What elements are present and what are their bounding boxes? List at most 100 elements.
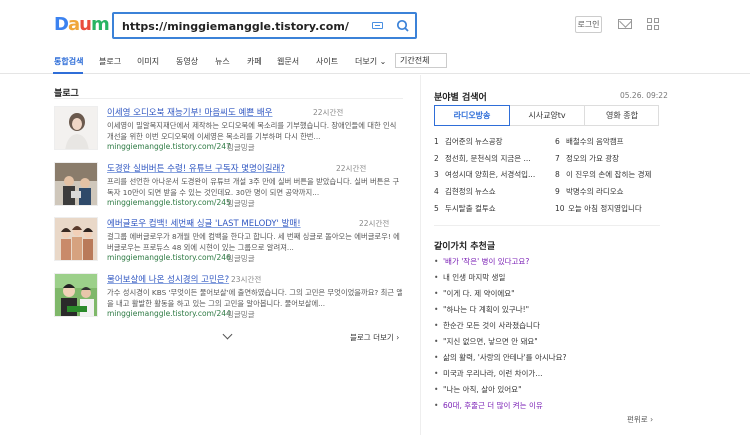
recommend-item[interactable]: • 삶의 활력, '사랑의 안테나'를 아시나요?	[434, 352, 567, 363]
result-url[interactable]: minggiemanggle.tistory.com/247	[107, 142, 231, 151]
recommend-item[interactable]: • 한순간 모든 것이 사라졌습니다	[434, 320, 540, 331]
recommend-item[interactable]: • "하나는 다 계획이 있구나!"	[434, 304, 529, 315]
tab-video[interactable]: 동영상	[176, 56, 198, 67]
result-author[interactable]: 밍글밍글	[227, 253, 255, 264]
blog-result: 에버글로우 컴백! 세번째 싱글 'LAST MELODY' 발매! 22시간전…	[54, 217, 404, 274]
tab-more[interactable]: 더보기 ⌄	[355, 56, 386, 67]
result-title[interactable]: 도경완 실버버튼 수령! 유튜브 구독자 몇명이길래?	[107, 162, 285, 174]
result-author[interactable]: 밍글밍글	[227, 198, 255, 209]
column-divider	[420, 75, 421, 435]
recommend-text: 한순간 모든 것이 사라졌습니다	[443, 321, 540, 330]
bullet: •	[434, 305, 439, 314]
recommend-item[interactable]: • "나는 아직, 살아 있어요"	[434, 384, 522, 395]
snippet-line: 개선을 위한 이번 오디오북에 이세영은 목소리를 기부하며 다시 한번...	[107, 132, 321, 141]
tab-blog[interactable]: 블로그	[99, 56, 121, 67]
daum-logo[interactable]: Daum	[54, 14, 110, 35]
rank-item[interactable]: 3 여성시대 양희은, 서경석입...	[434, 169, 535, 180]
result-url[interactable]: minggiemanggle.tistory.com/246	[107, 253, 231, 262]
rank-number: 6	[555, 137, 560, 146]
recommend-more-label: 펀위로	[627, 415, 648, 424]
keyboard-icon[interactable]	[372, 22, 383, 29]
rank-item[interactable]: 2 정선희, 문천식의 지금은 ...	[434, 153, 531, 164]
recommend-item[interactable]: • 60대, 후줄근 더 많이 켜는 이유	[434, 400, 543, 411]
bullet: •	[434, 401, 439, 410]
apps-grid-icon[interactable]	[647, 18, 659, 30]
bullet: •	[434, 321, 439, 330]
result-url[interactable]: minggiemanggle.tistory.com/244	[107, 309, 231, 318]
tab-image[interactable]: 이미지	[137, 56, 159, 67]
rank-number: 1	[434, 137, 439, 146]
rank-keyword: 여성시대 양희은, 서경석입...	[445, 170, 536, 179]
tab-site[interactable]: 사이트	[316, 56, 338, 67]
tab-cafe[interactable]: 카페	[247, 56, 262, 67]
bullet: •	[434, 257, 439, 266]
result-url[interactable]: minggiemanggle.tistory.com/245	[107, 198, 231, 207]
rank-keyword: 정선희, 문천식의 지금은 ...	[445, 154, 531, 163]
tab-current-affairs[interactable]: 시사교양tv	[510, 106, 585, 125]
tab-movie[interactable]: 영화 종합	[585, 106, 659, 125]
recommend-text: "하나는 다 계획이 있구나!"	[443, 305, 530, 314]
chevron-right-icon: ›	[396, 333, 400, 342]
blog-more-link[interactable]: 블로그 더보기 ›	[350, 332, 399, 343]
chevron-down-icon: ⌄	[379, 57, 387, 66]
search-icon	[396, 19, 409, 32]
header: Daum 로그인	[0, 0, 750, 48]
period-select[interactable]: 기간전체	[395, 53, 447, 68]
search-box	[112, 12, 417, 39]
recommend-item[interactable]: • '배가 '작은' 병이 있다고요?	[434, 256, 529, 267]
rank-number: 4	[434, 187, 439, 196]
tab-webdoc[interactable]: 웹문서	[277, 56, 299, 67]
recommend-item[interactable]: • "이게 다. 제 약이에요"	[434, 288, 515, 299]
result-snippet: 걸그룹 에버글로우가 8개월 만에 컴백을 한다고 합니다. 세 번째 싱글로 …	[107, 231, 402, 253]
bullet: •	[434, 369, 439, 378]
thumbnail-image[interactable]	[54, 273, 98, 317]
recommend-title: 같이가치 추천글	[434, 242, 496, 252]
blog-more-label: 블로그 더보기	[350, 333, 394, 342]
rank-item[interactable]: 5 두시탈출 컬투쇼	[434, 203, 496, 214]
result-snippet: 이세영이 밀알복지재단에서 제작하는 오디오북에 목소리를 기부했습니다. 장애…	[107, 120, 402, 142]
result-title[interactable]: 이세영 오디오북 재능기부! 마음씨도 예쁜 배우	[107, 106, 273, 118]
recommend-text: 삶의 활력, '사랑의 안테나'를 아시나요?	[443, 353, 567, 362]
rank-item[interactable]: 9 박명수의 라디오쇼	[555, 186, 624, 197]
rank-item[interactable]: 1 김어준의 뉴스공장	[434, 136, 503, 147]
rank-item[interactable]: 6 배철수의 음악캠프	[555, 136, 624, 147]
recommend-text: "지신 없으면, 낳으면 안 돼요"	[443, 337, 538, 346]
tab-radio[interactable]: 라디오방송	[434, 105, 510, 126]
mail-icon[interactable]	[618, 19, 632, 29]
rank-item[interactable]: 8 이 진우의 손에 잡히는 경제	[555, 169, 651, 180]
bullet: •	[434, 273, 439, 282]
search-button[interactable]	[394, 17, 412, 35]
result-author[interactable]: 밍글밍글	[227, 142, 255, 153]
rank-keyword: 김어준의 뉴스공장	[445, 137, 503, 146]
blog-result: 도경완 실버버튼 수령! 유튜브 구독자 몇명이길래? 22시간전 프리를 선언…	[54, 162, 404, 219]
rank-number: 5	[434, 204, 439, 213]
rank-keyword: 이 진우의 손에 잡히는 경제	[566, 170, 652, 179]
chevron-down-icon[interactable]	[222, 329, 233, 340]
search-tabs: 통합검색 블로그 이미지 동영상 뉴스 카페 웹문서 사이트 더보기 ⌄ 기간전…	[0, 48, 750, 74]
rank-item[interactable]: 10 오늘 아침 정지영입니다	[555, 203, 642, 214]
thumbnail-image[interactable]	[54, 162, 98, 206]
thumbnail-image[interactable]	[54, 106, 98, 150]
recommend-more-link[interactable]: 펀위로 ›	[627, 414, 653, 425]
recommend-text: 내 인생 마지막 생일	[443, 273, 506, 282]
tab-news[interactable]: 뉴스	[215, 56, 230, 67]
blog-result: 이세영 오디오북 재능기부! 마음씨도 예쁜 배우 22시간전 이세영이 밀알복…	[54, 106, 404, 163]
recommend-item[interactable]: • "지신 없으면, 낳으면 안 돼요"	[434, 336, 538, 347]
rank-keyword: 김현정의 뉴스쇼	[445, 187, 496, 196]
bullet: •	[434, 353, 439, 362]
divider	[54, 98, 403, 99]
thumbnail-image[interactable]	[54, 217, 98, 261]
tab-integrated[interactable]: 통합검색	[54, 56, 83, 67]
result-snippet: 프리를 선언한 아나운서 도경완이 유튜브 개설 3주 만에 실버 버튼을 받았…	[107, 176, 402, 198]
realtime-tabs: 라디오방송 시사교양tv 영화 종합	[434, 105, 659, 126]
recommend-item[interactable]: • 내 인생 마지막 생일	[434, 272, 505, 283]
login-button[interactable]: 로그인	[575, 16, 602, 33]
recommend-text: "나는 아직, 살아 있어요"	[443, 385, 522, 394]
result-title[interactable]: 물어보살에 나온 성시경의 고민은?	[107, 273, 229, 285]
rank-item[interactable]: 7 정오의 가요 광장	[555, 153, 619, 164]
result-author[interactable]: 밍글밍글	[227, 309, 255, 320]
search-input[interactable]	[122, 18, 362, 34]
result-title[interactable]: 에버글로우 컴백! 세번째 싱글 'LAST MELODY' 발매!	[107, 217, 301, 229]
recommend-item[interactable]: • 미국과 우리나라, 이런 차이가...	[434, 368, 543, 379]
rank-item[interactable]: 4 김현정의 뉴스쇼	[434, 186, 496, 197]
